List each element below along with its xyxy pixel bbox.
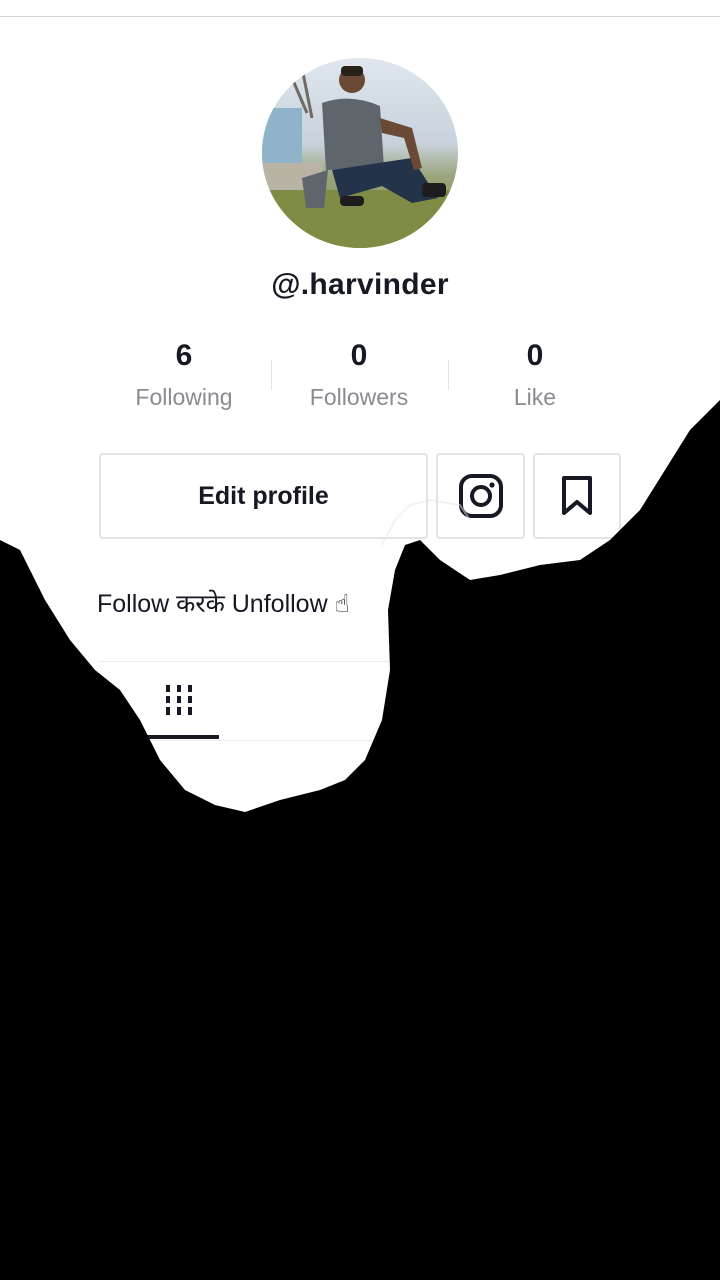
active-tab-indicator [140, 735, 219, 739]
tabs-bottom-divider [99, 740, 389, 741]
stat-following[interactable]: 6 Following [104, 336, 264, 411]
edit-profile-button[interactable]: Edit profile [99, 453, 428, 539]
instagram-icon [458, 474, 503, 518]
tabs-top-divider [99, 661, 389, 662]
instagram-button[interactable] [436, 453, 525, 539]
stat-divider [271, 360, 272, 390]
stat-followers-value: 0 [350, 339, 368, 372]
stat-likes[interactable]: 0 Like [455, 336, 615, 411]
edit-profile-label: Edit profile [198, 481, 329, 510]
stat-followers-label: Followers [309, 384, 409, 410]
bookmark-icon [562, 476, 592, 515]
stat-likes-label: Like [513, 384, 557, 410]
stat-followers[interactable]: 0 Followers [279, 336, 439, 411]
stat-following-value: 6 [175, 339, 193, 372]
grid-icon [166, 685, 192, 715]
tab-videos[interactable] [160, 683, 198, 724]
avatar[interactable] [262, 58, 458, 248]
profile-bio: Follow करके Unfollow ☝ [97, 590, 350, 618]
stat-likes-value: 0 [526, 339, 544, 372]
stat-divider [448, 360, 449, 390]
username: @.harvinder [271, 268, 449, 301]
stat-following-label: Following [135, 384, 233, 410]
avatar-photo [262, 66, 458, 248]
top-divider [0, 16, 720, 17]
favorites-button[interactable] [533, 453, 621, 539]
